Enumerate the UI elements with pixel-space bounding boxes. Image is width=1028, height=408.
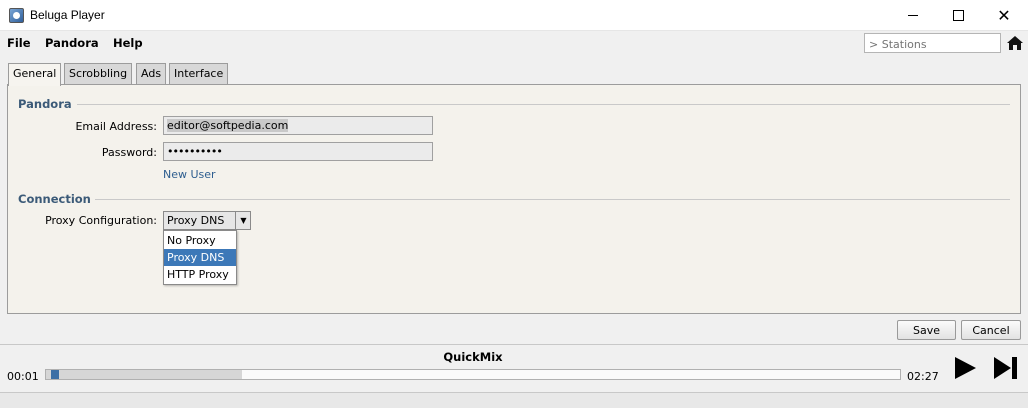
proxy-configuration-label: Proxy Configuration:	[45, 214, 157, 227]
proxy-dropdown-list: No Proxy Proxy DNS HTTP Proxy	[163, 230, 237, 285]
proxy-option-http-proxy[interactable]: HTTP Proxy	[164, 266, 236, 283]
title-bar	[0, 0, 1028, 31]
save-button[interactable]: Save	[897, 320, 956, 340]
maximize-icon	[952, 10, 964, 21]
tab-ads[interactable]: Ads	[136, 63, 167, 84]
menu-file[interactable]: File	[7, 36, 31, 50]
proxy-option-no-proxy[interactable]: No Proxy	[164, 232, 236, 249]
tab-general[interactable]: General	[8, 63, 62, 86]
close-button[interactable]: ✕	[981, 0, 1027, 31]
chevron-down-icon[interactable]: ▼	[235, 212, 251, 229]
section-divider	[95, 199, 1010, 200]
proxy-configuration-select[interactable]: Proxy DNS ▼	[163, 211, 251, 230]
progress-slider[interactable]	[45, 369, 901, 380]
minimize-button[interactable]	[890, 0, 936, 31]
progress-handle[interactable]	[51, 370, 59, 379]
now-playing-title: QuickMix	[443, 350, 503, 364]
cancel-button[interactable]: Cancel	[961, 320, 1021, 340]
proxy-option-proxy-dns[interactable]: Proxy DNS	[164, 249, 236, 266]
menu-help[interactable]: Help	[113, 36, 143, 50]
total-time: 02:27	[907, 370, 939, 383]
tab-interface[interactable]: Interface	[169, 63, 229, 84]
close-icon: ✕	[997, 5, 1011, 25]
new-user-link[interactable]: New User	[163, 168, 216, 181]
section-divider	[77, 104, 1010, 105]
email-field[interactable]: editor@softpedia.com	[163, 116, 433, 135]
tab-scrobbling[interactable]: Scrobbling	[64, 63, 133, 84]
connection-section-title: Connection	[18, 192, 91, 206]
password-label: Password:	[101, 146, 157, 159]
player-divider	[0, 344, 1028, 345]
home-icon[interactable]	[1006, 35, 1024, 51]
play-icon[interactable]	[953, 356, 977, 380]
email-label: Email Address:	[75, 120, 157, 133]
menu-pandora[interactable]: Pandora	[45, 36, 99, 50]
window-title: Beluga Player	[30, 8, 105, 22]
minimize-icon	[908, 15, 918, 16]
elapsed-time: 00:01	[7, 370, 39, 383]
pandora-section-title: Pandora	[18, 97, 72, 111]
status-bar	[0, 392, 1028, 408]
progress-buffer	[46, 370, 242, 379]
email-value: editor@softpedia.com	[167, 119, 289, 132]
password-field[interactable]: ••••••••••	[163, 142, 433, 161]
stations-search-input[interactable]	[864, 33, 1001, 53]
proxy-selected-value: Proxy DNS	[167, 214, 225, 227]
app-icon	[9, 8, 24, 23]
next-track-icon[interactable]	[993, 356, 1019, 380]
maximize-button[interactable]	[935, 0, 981, 31]
